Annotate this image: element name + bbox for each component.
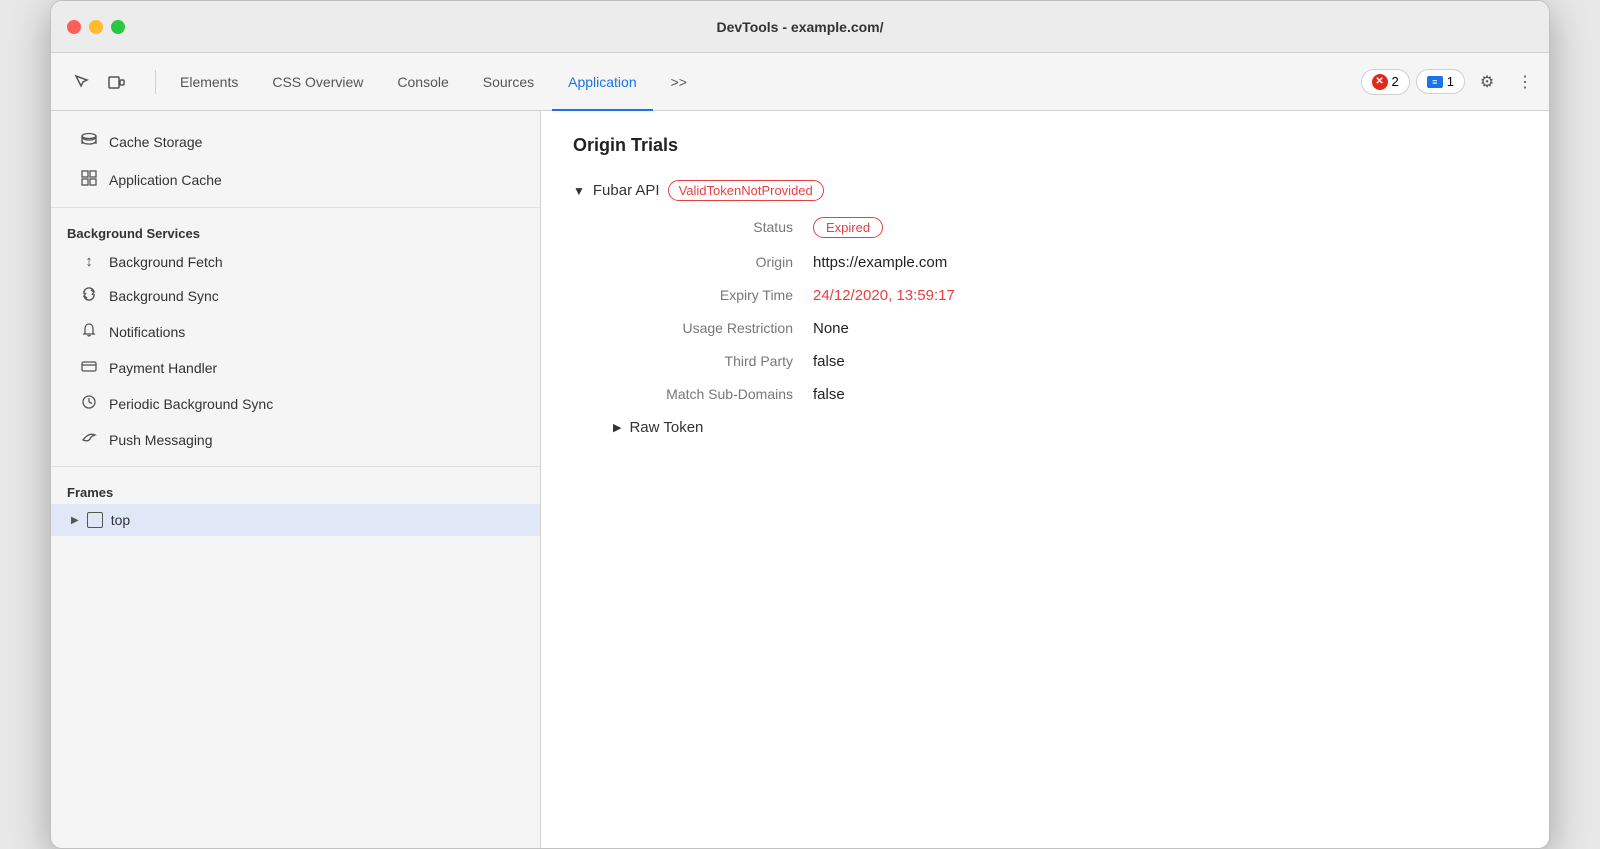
background-sync-icon: [79, 286, 99, 306]
storage-section: Cache Storage Application Cache: [51, 115, 540, 208]
status-value: Expired: [813, 217, 1517, 238]
sidebar-item-background-fetch[interactable]: ↕ Background Fetch: [51, 245, 540, 278]
frames-header: Frames: [51, 475, 540, 504]
application-cache-label: Application Cache: [109, 172, 222, 188]
window-controls: [67, 20, 125, 34]
sidebar-item-background-sync[interactable]: Background Sync: [51, 278, 540, 314]
tab-application[interactable]: Application: [552, 53, 653, 111]
payment-handler-icon: [79, 358, 99, 378]
cache-storage-label: Cache Storage: [109, 134, 202, 150]
periodic-sync-icon: [79, 394, 99, 414]
origin-label: Origin: [613, 254, 813, 270]
info-count: 1: [1447, 74, 1454, 89]
background-services-section: Background Services ↕ Background Fetch: [51, 208, 540, 467]
tab-divider: [155, 70, 156, 94]
third-party-value: false: [813, 353, 1517, 370]
titlebar: DevTools - example.com/: [51, 1, 1549, 53]
devtools-window: DevTools - example.com/ Elements CSS Ove…: [50, 0, 1550, 849]
tabbar-right: ✕ 2 ≡ 1 ⚙ ⋮: [1361, 66, 1541, 98]
tabbar: Elements CSS Overview Console Sources Ap…: [51, 53, 1549, 111]
sidebar-item-application-cache[interactable]: Application Cache: [51, 161, 540, 199]
usage-value: None: [813, 320, 1517, 337]
tab-css-overview[interactable]: CSS Overview: [256, 53, 379, 111]
frame-window-icon: [87, 512, 103, 528]
frame-arrow-icon: ▶: [71, 515, 79, 526]
expiry-value: 24/12/2020, 13:59:17: [813, 287, 1517, 304]
trial-expand-icon[interactable]: ▼: [573, 184, 585, 198]
tabbar-icons: [59, 67, 139, 97]
maximize-button[interactable]: [111, 20, 125, 34]
push-messaging-icon: [79, 430, 99, 450]
minimize-button[interactable]: [89, 20, 103, 34]
application-cache-icon: [79, 169, 99, 191]
sidebar-item-periodic-background-sync[interactable]: Periodic Background Sync: [51, 386, 540, 422]
tab-more[interactable]: >>: [655, 53, 703, 111]
origin-value: https://example.com: [813, 254, 1517, 271]
sidebar: Cache Storage Application Cache: [51, 111, 541, 848]
error-badge[interactable]: ✕ 2: [1361, 69, 1410, 95]
info-badge[interactable]: ≡ 1: [1416, 69, 1465, 94]
tab-elements[interactable]: Elements: [164, 53, 254, 111]
inspect-icon[interactable]: [67, 67, 97, 97]
error-circle-icon: ✕: [1372, 74, 1388, 90]
sidebar-item-push-messaging[interactable]: Push Messaging: [51, 422, 540, 458]
more-options-button[interactable]: ⋮: [1509, 66, 1541, 98]
sidebar-item-cache-storage[interactable]: Cache Storage: [51, 123, 540, 161]
trial-group: ▼ Fubar API ValidTokenNotProvided Status…: [573, 180, 1517, 436]
trial-details: Status Expired Origin https://example.co…: [613, 217, 1517, 403]
usage-label: Usage Restriction: [613, 320, 813, 336]
sidebar-item-payment-handler[interactable]: Payment Handler: [51, 350, 540, 386]
settings-button[interactable]: ⚙: [1471, 66, 1503, 98]
background-services-header: Background Services: [51, 216, 540, 245]
close-button[interactable]: [67, 20, 81, 34]
content-area: Origin Trials ▼ Fubar API ValidTokenNotP…: [541, 111, 1549, 848]
match-subdomains-value: false: [813, 386, 1517, 403]
background-fetch-icon: ↕: [79, 253, 99, 270]
window-title: DevTools - example.com/: [716, 19, 883, 35]
third-party-label: Third Party: [613, 353, 813, 369]
page-title: Origin Trials: [573, 135, 1517, 156]
frame-label: top: [111, 512, 130, 528]
raw-token-row: ▶ Raw Token: [613, 419, 1517, 436]
sidebar-item-top-frame[interactable]: ▶ top: [51, 504, 540, 536]
tab-console[interactable]: Console: [381, 53, 464, 111]
token-badge: ValidTokenNotProvided: [668, 180, 824, 201]
trial-name: Fubar API: [593, 182, 660, 199]
info-icon: ≡: [1427, 76, 1443, 88]
raw-token-label: Raw Token: [629, 419, 703, 436]
expiry-label: Expiry Time: [613, 287, 813, 303]
trial-header: ▼ Fubar API ValidTokenNotProvided: [573, 180, 1517, 201]
error-count: 2: [1392, 74, 1399, 89]
main-layout: Cache Storage Application Cache: [51, 111, 1549, 848]
cache-storage-icon: [79, 131, 99, 153]
sidebar-item-notifications[interactable]: Notifications: [51, 314, 540, 350]
notifications-icon: [79, 322, 99, 342]
match-subdomains-label: Match Sub-Domains: [613, 386, 813, 402]
raw-token-expand-icon[interactable]: ▶: [613, 421, 621, 434]
device-icon[interactable]: [101, 67, 131, 97]
tab-sources[interactable]: Sources: [467, 53, 550, 111]
status-badge: Expired: [813, 217, 883, 238]
status-label: Status: [613, 219, 813, 235]
frames-section: Frames ▶ top: [51, 467, 540, 544]
